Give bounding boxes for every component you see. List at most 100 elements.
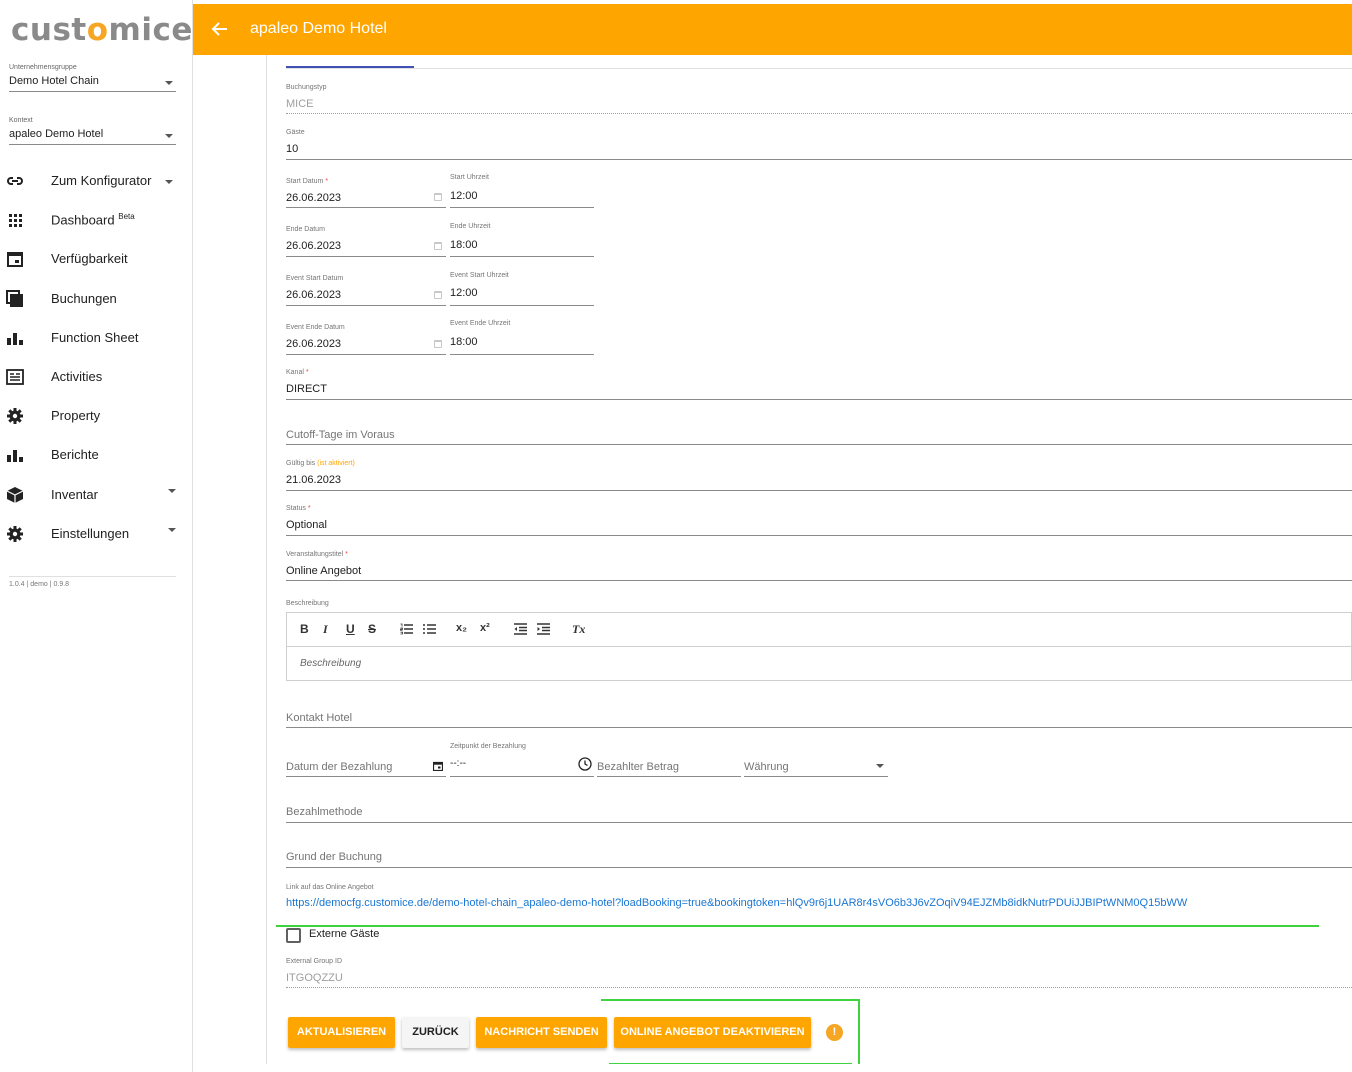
event-title-underline [286,580,1352,581]
valid-until-underline [286,490,1352,491]
event-start-date-field[interactable]: 26.06.2023 [286,289,341,301]
currency-select[interactable]: Währung [744,761,789,773]
currency-underline [744,776,888,777]
sidebar-item-label: Einstellungen [51,526,130,541]
bullet-list-icon[interactable] [423,623,436,635]
calendar-icon [7,252,23,267]
send-message-button[interactable]: NACHRICHT SENDEN [476,1017,607,1048]
sidebar-item-label: Activities [51,369,103,384]
bold-button[interactable]: B [300,622,309,636]
end-time-field[interactable]: 18:00 [450,239,478,251]
calendar-icon[interactable] [434,242,442,250]
sidebar-item-label: Zum Konfigurator [51,173,152,188]
description-label: Beschreibung [286,600,329,607]
sidebar-item-property[interactable]: Property [0,398,192,432]
sidebar-item-berichte[interactable]: Berichte [0,437,192,471]
sidebar-item-einstellungen[interactable]: Einstellungen [0,516,192,550]
italic-button[interactable]: I [323,622,328,637]
description-input[interactable]: Beschreibung [300,658,361,669]
end-date-underline [286,256,446,257]
highlight-box-right [858,999,860,1072]
event-end-date-field[interactable]: 26.06.2023 [286,338,341,350]
sidebar-item-konfigurator[interactable]: Zum Konfigurator [0,163,192,197]
gear-icon [7,526,23,542]
valid-until-field[interactable]: 21.06.2023 [286,474,341,486]
indent-icon[interactable] [537,623,550,635]
payment-time-input[interactable]: --:-- [450,758,466,769]
start-time-field[interactable]: 12:00 [450,190,478,202]
description-editor: B I U S x₂ x² Tx Beschreibung [286,612,1352,681]
sidebar-item-label: Property [51,408,101,423]
channel-field[interactable]: DIRECT [286,383,327,395]
stack-icon [6,290,23,307]
end-date-field[interactable]: 26.06.2023 [286,240,341,252]
sidebar-item-label: Function Sheet [51,330,139,345]
external-guests-checkbox[interactable] [286,928,301,943]
context-value: apaleo Demo Hotel [9,128,104,140]
sidebar-item-activities[interactable]: Activities [0,359,192,393]
sidebar-divider [9,576,176,577]
company-group-label: Unternehmensgruppe [9,64,77,71]
sidebar-item-label: Dashboard Beta [51,212,135,228]
calendar-icon[interactable] [434,291,442,299]
app-header: apaleo Demo Hotel [193,4,1352,55]
arrow-back-icon[interactable] [209,18,231,40]
event-start-time-label: Event Start Uhrzeit [450,272,509,279]
sidebar-item-inventar[interactable]: Inventar [0,477,192,511]
status-label: Status * [286,505,311,512]
sidebar-item-label: Verfügbarkeit [51,251,128,266]
guests-field[interactable]: 10 [286,143,298,155]
payment-date-input[interactable]: Datum der Bezahlung [286,761,392,773]
hotel-contact-input[interactable]: Kontakt Hotel [286,712,352,724]
deactivate-online-offer-button[interactable]: ONLINE ANGEBOT DEAKTIVIEREN [614,1017,811,1048]
company-group-select[interactable]: Unternehmensgruppe Demo Hotel Chain [9,64,176,92]
sidebar-item-dashboard[interactable]: Dashboard Beta [0,202,192,236]
external-group-id-label: External Group ID [286,958,343,965]
event-end-date-label: Event Ende Datum [286,324,345,331]
calendar-icon[interactable] [434,340,442,348]
subscript-button[interactable]: x₂ [456,622,467,634]
sidebar-item-label: Inventar [51,487,98,502]
hotel-contact-underline [286,727,1352,728]
strike-button[interactable]: S [368,622,376,636]
beta-badge: Beta [118,212,135,221]
context-select[interactable]: Kontext apaleo Demo Hotel [9,117,176,145]
event-title-label: Veranstaltungstitel * [286,551,348,558]
superscript-button[interactable]: x² [480,622,490,634]
underline-button[interactable]: U [346,622,355,636]
outdent-icon[interactable] [514,623,527,635]
customice-logo[interactable]: customice [11,12,193,48]
clear-format-button[interactable]: Tx [572,622,585,637]
company-group-value: Demo Hotel Chain [9,75,99,87]
sidebar-item-verfuegbarkeit[interactable]: Verfügbarkeit [0,241,192,275]
info-icon[interactable]: ! [826,1024,843,1041]
cutoff-underline [286,444,1352,445]
event-title-field[interactable]: Online Angebot [286,565,361,577]
update-button[interactable]: AKTUALISIEREN [288,1017,395,1048]
ordered-list-icon[interactable] [400,623,413,635]
event-start-time-field[interactable]: 12:00 [450,287,478,299]
clock-icon[interactable] [578,757,592,771]
grid-icon [9,214,22,227]
event-end-date-underline [286,354,446,355]
calendar-icon[interactable] [434,193,442,201]
event-end-time-field[interactable]: 18:00 [450,336,478,348]
sidebar-item-buchungen[interactable]: Buchungen [0,281,192,315]
calendar-icon[interactable] [433,761,443,771]
start-time-label: Start Uhrzeit [450,174,489,181]
online-offer-link[interactable]: https://democfg.customice.de/demo-hotel-… [286,897,1187,909]
booking-reason-input[interactable]: Grund der Buchung [286,851,382,863]
chevron-down-icon [168,528,176,532]
payment-method-input[interactable]: Bezahlmethode [286,806,362,818]
back-button[interactable]: ZURÜCK [402,1017,469,1048]
end-date-label: Ende Datum [286,226,325,233]
sidebar-item-function-sheet[interactable]: Function Sheet [0,320,192,354]
paid-amount-input[interactable]: Bezahlter Betrag [597,761,679,773]
status-field[interactable]: Optional [286,519,327,531]
content-divider [266,55,267,1065]
highlight-box-top [601,999,860,1001]
payment-time-underline [450,776,594,777]
external-guests-label: Externe Gäste [309,928,380,940]
cutoff-days-input[interactable]: Cutoff-Tage im Voraus [286,429,395,441]
start-date-field[interactable]: 26.06.2023 [286,192,341,204]
